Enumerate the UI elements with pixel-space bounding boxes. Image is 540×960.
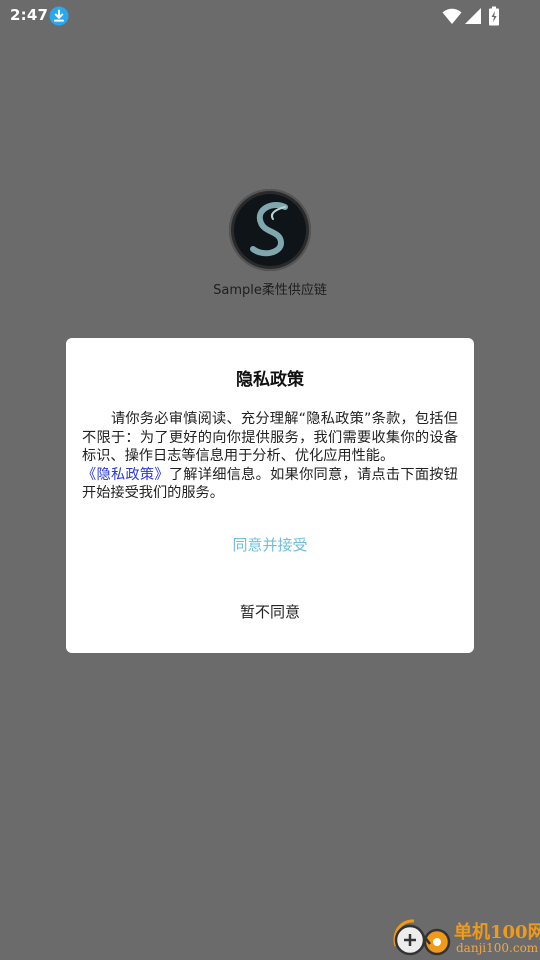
signal-icon (465, 8, 481, 24)
disagree-button[interactable]: 暂不同意 (66, 599, 474, 623)
privacy-dialog: 隐私政策 请你务必审慎阅读、充分理解“隐私政策”条款，包括但不限于：为了更好的向… (66, 338, 474, 653)
wifi-icon (442, 8, 462, 24)
system-icons (442, 6, 506, 26)
download-icon (49, 6, 69, 26)
s-logo-icon (234, 194, 306, 266)
status-bar: 2:47 (0, 0, 540, 32)
dialog-title: 隐私政策 (236, 370, 304, 390)
status-time: 2:47 (10, 6, 49, 24)
body-text: 请你务必审慎阅读、充分理解“隐私政策”条款，包括但不限于：为了更好的向你提供服务… (82, 411, 458, 465)
battery-charging-icon (489, 6, 499, 26)
watermark: 单机100网 danji100.com (390, 914, 540, 960)
app-name: Sample柔性供应链 (213, 283, 327, 298)
watermark-url: danji100.com (456, 941, 539, 955)
danji-logo-icon (393, 919, 451, 956)
dialog-body: 请你务必审慎阅读、充分理解“隐私政策”条款，包括但不限于：为了更好的向你提供服务… (82, 410, 458, 503)
agree-button[interactable]: 同意并接受 (66, 532, 474, 556)
privacy-policy-link[interactable]: 《隐私政策》 (82, 467, 169, 483)
app-logo (229, 189, 311, 271)
